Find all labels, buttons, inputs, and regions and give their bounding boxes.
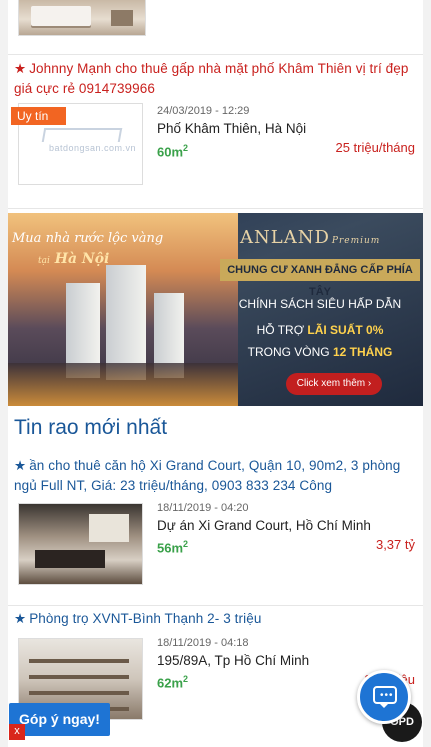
area-unit: 2 xyxy=(183,539,189,549)
banner-line-2-highlight: LÃI SUẤT 0% xyxy=(307,323,384,337)
listing-address: Phố Khâm Thiên, Hà Nội xyxy=(157,121,307,136)
star-icon: ★ xyxy=(14,458,27,473)
banner-city-prefix: tại xyxy=(38,256,50,266)
chat-bubble-icon: ••• xyxy=(373,686,397,708)
star-icon: ★ xyxy=(14,611,27,626)
listing-date: 18/11/2019 - 04:20 xyxy=(157,502,249,514)
banner-brand-logo: ANLAND Premium xyxy=(240,227,380,248)
banner-cta-button[interactable]: Click xem thêm › xyxy=(286,373,382,395)
banner-line-3: TRONG VÒNG 12 THÁNG xyxy=(220,345,420,359)
banner-slogan: Mua nhà rước lộc vàng xyxy=(12,231,164,246)
divider xyxy=(8,208,423,209)
area-value: 56m xyxy=(157,540,184,556)
trusted-badge: Uy tín xyxy=(11,107,66,125)
banner-line-2-prefix: HỖ TRỢ xyxy=(256,323,305,337)
area-value: 60m xyxy=(157,144,184,160)
listing-title[interactable]: ★ ần cho thuê căn hộ Xi Grand Court, Quận… xyxy=(14,456,419,496)
city-lights-detail xyxy=(8,363,238,406)
banner-line-3-highlight: 12 THÁNG xyxy=(333,345,393,359)
bed-image-detail xyxy=(31,6,91,26)
area-unit: 2 xyxy=(183,674,189,684)
placeholder-logo-text: batdongsan.com.vn xyxy=(49,143,137,153)
brand-name: ANLAND xyxy=(240,227,330,248)
listing-title-vip[interactable]: ★ Johnny Mạnh cho thuê gấp nhà mặt phố Kh… xyxy=(14,59,419,99)
divider xyxy=(8,54,423,55)
listing-title-text: Johnny Mạnh cho thuê gấp nhà mặt phố Khâ… xyxy=(14,61,409,96)
section-title: Tin rao mới nhất xyxy=(14,416,168,439)
listing-title-text: ần cho thuê căn hộ Xi Grand Court, Quận … xyxy=(14,458,401,493)
listing-date: 18/11/2019 - 04:18 xyxy=(157,637,249,649)
listing-price: 25 triệu/tháng xyxy=(335,140,415,155)
placeholder-logo-icon: batdongsan.com.vn xyxy=(41,128,136,162)
stair-image-detail xyxy=(29,691,129,695)
star-icon: ★ xyxy=(14,61,27,76)
listing-area: 60m2 xyxy=(157,143,188,159)
listing-price: 3,37 tỷ xyxy=(375,537,415,552)
ad-banner[interactable]: Mua nhà rước lộc vàng tại Hà Nội ANLAND P… xyxy=(8,213,423,406)
stair-image-detail xyxy=(29,659,129,663)
furniture-image-detail xyxy=(111,10,133,26)
stair-image-detail xyxy=(29,675,129,679)
banner-city-name: Hà Nội xyxy=(54,251,110,267)
chat-button[interactable]: ••• xyxy=(357,670,411,724)
listing-title-text: Phòng trọ XVNT-Bình Thạnh 2- 3 triệu xyxy=(29,611,262,626)
listing-address: 195/89A, Tp Hồ Chí Minh xyxy=(157,653,310,668)
area-value: 62m xyxy=(157,675,184,691)
banner-line-1: CHÍNH SÁCH SIÊU HẤP DẪN xyxy=(238,297,402,311)
previous-listing-thumbnail[interactable] xyxy=(18,0,146,36)
banner-tagline: CHUNG CƯ XANH ĐẲNG CẤP PHÍA TÂY xyxy=(220,259,420,298)
area-unit: 2 xyxy=(183,143,189,153)
window-image-detail xyxy=(89,514,129,542)
listing-title[interactable]: ★ Phòng trọ XVNT-Bình Thạnh 2- 3 triệu xyxy=(14,609,419,629)
sofa-image-detail xyxy=(35,550,105,568)
brand-suffix: Premium xyxy=(331,236,381,246)
banner-city: tại Hà Nội xyxy=(38,251,109,267)
listing-address: Dự án Xi Grand Court, Hồ Chí Minh xyxy=(157,518,371,533)
chat-dots-icon: ••• xyxy=(380,690,394,701)
listing-date: 24/03/2019 - 12:29 xyxy=(157,105,250,117)
banner-line-3-prefix: TRONG VÒNG xyxy=(247,345,330,359)
divider xyxy=(8,605,423,606)
close-feedback-button[interactable]: x xyxy=(9,724,25,740)
listing-thumbnail[interactable] xyxy=(18,503,143,585)
listing-page: ★ Johnny Mạnh cho thuê gấp nhà mặt phố Kh… xyxy=(8,0,423,747)
listing-area: 62m2 xyxy=(157,674,188,690)
banner-line-2: HỖ TRỢ LÃI SUẤT 0% xyxy=(220,323,420,337)
listing-area: 56m2 xyxy=(157,539,188,555)
roof-shape xyxy=(41,128,123,142)
